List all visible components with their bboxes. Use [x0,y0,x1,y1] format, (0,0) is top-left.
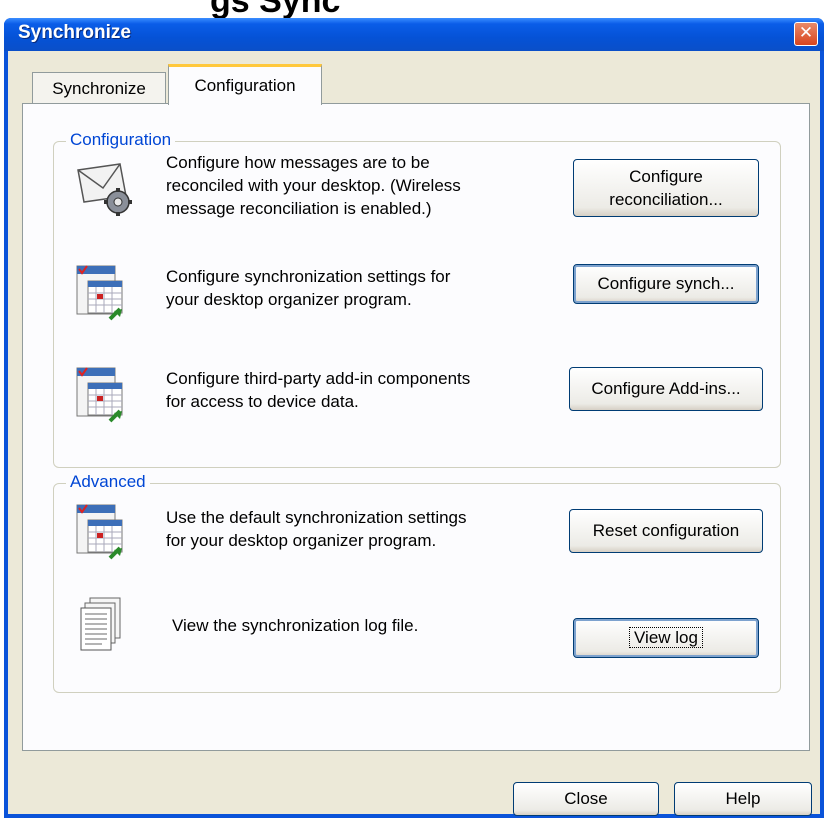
tab-synchronize[interactable]: Synchronize [32,72,166,104]
envelope-gear-icon [77,163,132,216]
synchronize-dialog: Synchronize ✕ Synchronize Configuration … [4,18,824,818]
background-area: gs Sync [0,0,828,20]
window-title: Synchronize [18,22,131,43]
advanced-group-legend: Advanced [66,472,150,492]
log-file-icon [80,597,121,651]
dialog-client-area: Synchronize Configuration Configuration [8,51,820,816]
configure-synch-button[interactable]: Configure synch... [573,264,759,304]
calendar-icon [76,504,123,560]
configuration-tab-panel: Configuration Configure how messages are… [22,103,810,751]
reset-description: Use the default synchronization settings… [166,508,467,550]
synch-description: Configure synchronization settings for y… [166,267,451,309]
view-log-button[interactable]: View log [573,618,759,658]
calendar-icon [76,265,123,321]
tab-configuration[interactable]: Configuration [168,64,322,105]
add-ins-description: Configure third-party add-in components … [166,369,471,411]
help-button[interactable]: Help [674,782,812,816]
configuration-group: Configuration Configure how messages are… [53,130,781,468]
reconciliation-description: Configure how messages are to be reconci… [166,153,461,218]
calendar-icon [76,367,123,423]
advanced-group: Advanced Use the default synchronization… [53,472,781,693]
configure-reconciliation-button[interactable]: Configure reconciliation... [573,159,759,217]
configure-add-ins-button[interactable]: Configure Add-ins... [569,367,763,411]
configuration-group-legend: Configuration [66,130,176,150]
close-button[interactable]: Close [513,782,659,816]
title-bar[interactable]: Synchronize ✕ [4,18,824,51]
close-window-button[interactable]: ✕ [794,22,818,46]
reset-configuration-button[interactable]: Reset configuration [569,509,763,553]
view-log-description: View the synchronization log file. [172,616,419,635]
